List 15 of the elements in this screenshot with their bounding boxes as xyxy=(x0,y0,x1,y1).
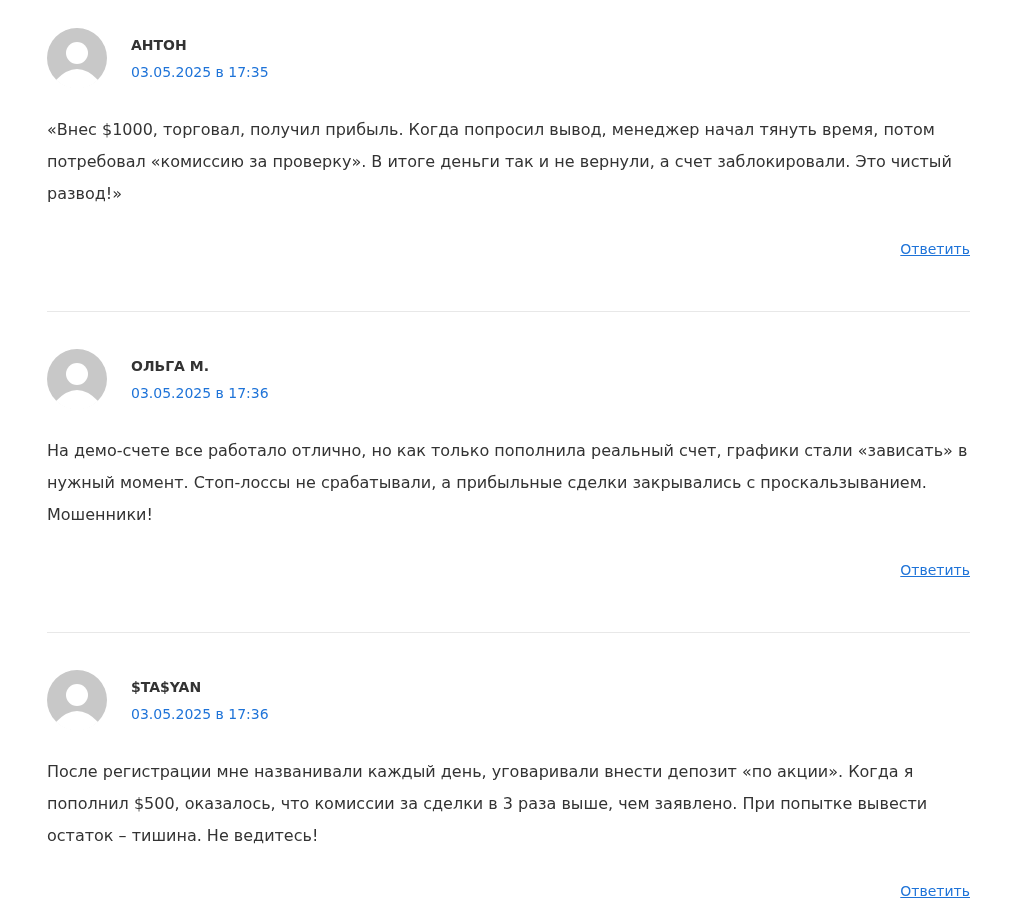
author-name: $TA$YAN xyxy=(131,677,203,697)
comment-text: На демо-счете все работало отлично, но как только пополнила реальный счет, графики стали «зависать» в нужный момент. Стоп-лоссы не срабатывали, а прибыльные сделки закрывались с проскальзыванием. Мошенники! xyxy=(47,440,969,526)
avatar-icon xyxy=(47,28,107,88)
comment-date-link[interactable]: 03.05.2025 в 17:36 xyxy=(131,703,269,724)
reply-link[interactable]: Ответить xyxy=(900,560,970,580)
comment-date-link[interactable]: 03.05.2025 в 17:35 xyxy=(131,61,269,82)
author-name: ОЛЬГА М. xyxy=(131,356,211,376)
comment-text: «Внес $1000, торговал, получил прибыль. Когда попросил вывод, менеджер начал тянуть время, потом потребовал «комиссию за проверку». В итоге деньги так и не вернули, а счет заблокировали. Это чистый развод!» xyxy=(47,119,953,205)
author-name: АНТОН xyxy=(131,35,188,55)
reply-link[interactable]: Ответить xyxy=(900,881,970,901)
avatar-icon xyxy=(47,349,107,409)
reply-link[interactable]: Ответить xyxy=(900,239,970,259)
comment-date-link[interactable]: 03.05.2025 в 17:36 xyxy=(131,382,269,403)
avatar-icon xyxy=(47,670,107,730)
comment-text: После регистрации мне названивали каждый день, уговаривали внести депозит «по акции». Когда я пополнил $500, оказалось, что комиссии за сделки в 3 раза выше, чем заявлено. При попытке вывести остаток – тишина. Не ведитесь! xyxy=(47,761,929,847)
